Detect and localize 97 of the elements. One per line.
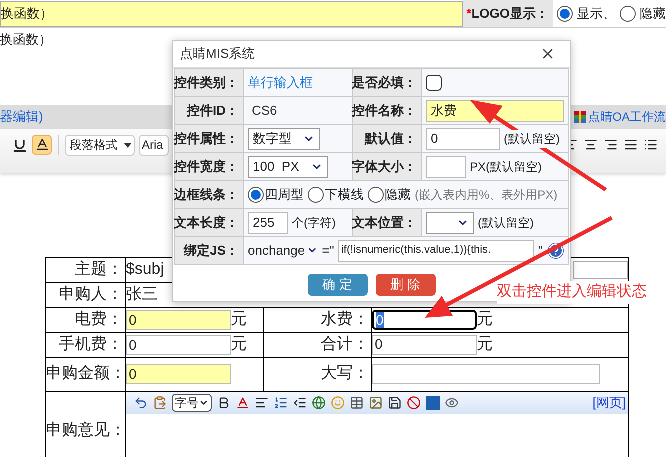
- font-size-select[interactable]: 字号: [172, 394, 212, 412]
- field-label: 申购意见：: [46, 391, 126, 457]
- length-field[interactable]: 255: [248, 212, 288, 234]
- field-label: 字体大小：: [353, 153, 421, 180]
- align-right-icon[interactable]: [604, 138, 618, 152]
- dialog-title: 点睛MIS系统: [180, 45, 256, 64]
- list-icon[interactable]: [644, 138, 658, 152]
- word-icon[interactable]: [426, 396, 440, 410]
- field-label: 默认值：: [353, 125, 421, 152]
- save-icon[interactable]: [388, 396, 402, 410]
- radio-button[interactable]: [620, 6, 636, 22]
- field-label: 控件宽度：: [175, 153, 243, 180]
- field-value: $subj: [126, 260, 164, 280]
- unit-label: 元: [477, 310, 493, 330]
- font-size-field[interactable]: [426, 156, 466, 178]
- hint-text: (默认留空): [504, 130, 560, 148]
- field-label: 电费：: [46, 307, 126, 332]
- eye-icon[interactable]: [445, 396, 459, 410]
- bold-icon[interactable]: [217, 396, 231, 410]
- numbered-list-icon[interactable]: [274, 396, 288, 410]
- undo-icon[interactable]: [134, 396, 148, 410]
- quote-text: ": [538, 242, 543, 260]
- unit-label: 个(字符): [292, 214, 336, 232]
- align-center-icon[interactable]: [584, 138, 598, 152]
- field-label: 主题：: [46, 257, 126, 282]
- field-label: 申购金额：: [46, 357, 126, 391]
- dialog-button[interactable]: 确 定: [308, 274, 368, 296]
- number-field[interactable]: 0: [372, 310, 477, 330]
- dialog-button[interactable]: 删 除: [376, 274, 436, 296]
- field-value: 张三: [126, 284, 158, 304]
- field-label: 合计：: [264, 332, 372, 357]
- field-label: 绑定JS：: [175, 237, 243, 264]
- table-icon[interactable]: [350, 396, 364, 410]
- control-id: CS6: [251, 102, 278, 120]
- attribute-select[interactable]: 数字型: [248, 128, 320, 150]
- field-label: 手机费：: [46, 332, 126, 357]
- font-select[interactable]: Aria: [139, 134, 169, 156]
- format-select[interactable]: 段落格式: [65, 134, 135, 156]
- number-field[interactable]: [372, 364, 600, 384]
- radio-button[interactable]: [248, 186, 264, 202]
- highlight-button[interactable]: [32, 134, 52, 154]
- number-field[interactable]: 0: [126, 310, 231, 330]
- radio-label: 显示、: [577, 4, 616, 23]
- align-icon[interactable]: [255, 396, 269, 410]
- field-label: 控件属性：: [175, 125, 243, 152]
- unit-label: 元: [231, 310, 247, 330]
- underline-icon[interactable]: [12, 138, 28, 154]
- field-label: 控件ID：: [175, 97, 243, 124]
- default-field[interactable]: 0: [426, 128, 500, 150]
- hint-text: PX(默认留空): [470, 158, 542, 176]
- field-label: 文本长度：: [175, 209, 243, 236]
- radio-label: 四周型: [265, 186, 304, 204]
- radio-button[interactable]: [308, 186, 324, 202]
- text-field[interactable]: [573, 260, 628, 278]
- field-label: 控件名称：: [353, 97, 421, 124]
- position-select[interactable]: [426, 212, 474, 234]
- unit-label: 元: [477, 334, 493, 354]
- image-icon[interactable]: [369, 396, 383, 410]
- radio-button[interactable]: [368, 186, 384, 202]
- radio-button[interactable]: [557, 6, 573, 22]
- radio-label: 隐藏: [385, 186, 411, 204]
- field-label: 文本位置：: [353, 209, 421, 236]
- number-field[interactable]: 0: [372, 334, 477, 354]
- plugin-link[interactable]: 点睛OA工作流: [588, 108, 666, 126]
- quote-text: =": [322, 242, 334, 260]
- caret-icon: [124, 142, 132, 148]
- logo-label: *LOGO显示：: [462, 0, 553, 27]
- radio-label: 隐藏: [640, 4, 666, 23]
- editor-link[interactable]: 器编辑): [0, 106, 44, 126]
- note-text: 换函数）: [0, 31, 52, 49]
- hint-text: (嵌入表内用%、表外用PX): [415, 186, 558, 204]
- text-field[interactable]: 换函数）: [0, 1, 463, 27]
- number-field[interactable]: 0: [126, 334, 231, 354]
- align-justify-icon[interactable]: [624, 138, 638, 152]
- field-label: 控件类别：: [175, 69, 243, 96]
- js-code-field[interactable]: if(!isnumeric(this.value,1)){this.: [338, 240, 534, 262]
- control-type: 单行输入框: [248, 74, 313, 92]
- html-mode-link[interactable]: [网页]: [592, 392, 626, 412]
- field-label: 是否必填：: [353, 69, 421, 96]
- number-field[interactable]: 0: [126, 364, 231, 384]
- globe-icon[interactable]: [312, 396, 326, 410]
- field-label: 申购人：: [46, 282, 126, 307]
- unit-label: 元: [231, 334, 247, 354]
- field-label: 水费：: [264, 307, 372, 332]
- event-select[interactable]: onchange: [248, 240, 318, 260]
- radio-label: 下横线: [325, 186, 364, 204]
- required-checkbox[interactable]: [426, 74, 442, 90]
- paste-icon[interactable]: [153, 396, 167, 410]
- font-color-icon[interactable]: [236, 396, 250, 410]
- width-select[interactable]: 100 PX: [248, 156, 328, 178]
- field-label: 边框线条：: [175, 181, 243, 208]
- field-label: 大写：: [264, 357, 372, 391]
- callout-text: 双击控件进入编辑状态: [497, 281, 647, 304]
- hint-text: (默认留空): [478, 214, 534, 232]
- indent-icon[interactable]: [293, 396, 307, 410]
- archive-icon: [572, 110, 587, 124]
- stop-icon[interactable]: [407, 396, 421, 410]
